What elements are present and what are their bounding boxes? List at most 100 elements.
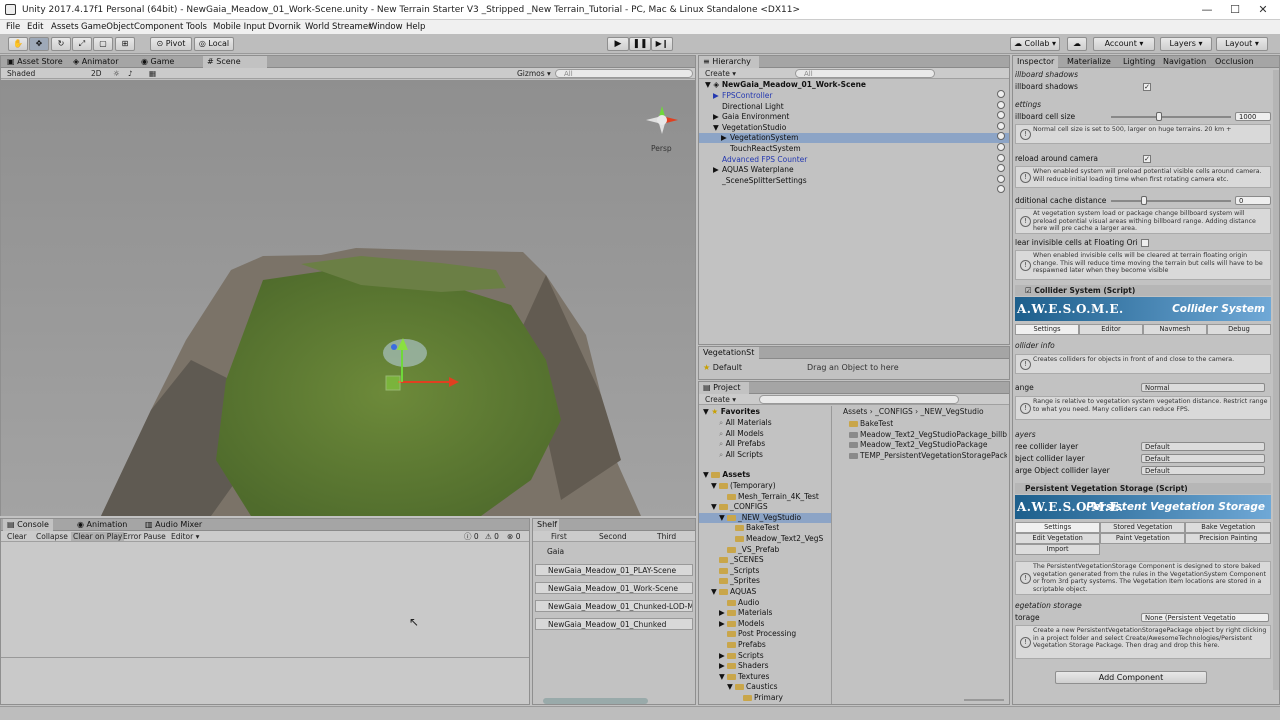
chevron-down-icon[interactable]: ▼ bbox=[711, 502, 719, 512]
tab-scene[interactable]: # Scene bbox=[203, 56, 267, 68]
layers-dropdown[interactable]: Layers ▾ bbox=[1160, 37, 1212, 51]
menu-assets[interactable]: Assets bbox=[51, 22, 79, 32]
asset-folder[interactable]: ▼ (Temporary) bbox=[699, 481, 831, 491]
asset-folder[interactable]: _Scripts bbox=[699, 566, 831, 576]
menu-file[interactable]: File bbox=[6, 22, 20, 32]
scene-visibility-icon[interactable] bbox=[997, 132, 1005, 141]
chevron-right-icon[interactable]: ▶ bbox=[719, 661, 727, 671]
lighting-toggle-icon[interactable]: ☼ bbox=[113, 69, 120, 78]
tab-asset-store[interactable]: ▣ Asset Store bbox=[3, 56, 67, 68]
tab-materialize[interactable]: Materialize bbox=[1063, 56, 1115, 68]
asset-folder[interactable]: Meadow_Text2_VegS bbox=[699, 534, 831, 544]
chevron-right-icon[interactable]: ▶ bbox=[713, 112, 722, 122]
range-dropdown[interactable]: Normal bbox=[1141, 383, 1265, 392]
menu-tools[interactable]: Tools bbox=[186, 22, 207, 32]
add-component-button[interactable]: Add Component bbox=[1055, 671, 1207, 684]
transform-tool-icon[interactable]: ⊞ bbox=[115, 37, 135, 51]
tab-inspector[interactable]: Inspector bbox=[1013, 56, 1059, 68]
scene-search-input[interactable]: All bbox=[555, 69, 693, 78]
asset-folder[interactable]: Post Processing bbox=[699, 629, 831, 639]
hierarchy-item[interactable]: ▶ Gaia Environment bbox=[699, 112, 1009, 122]
warning-count[interactable]: ⚠ 0 bbox=[485, 532, 499, 541]
console-clear-on-play-toggle[interactable]: Clear on Play bbox=[71, 532, 125, 541]
billboard-cell-slider-thumb[interactable] bbox=[1156, 112, 1162, 121]
shelf-item-work-scene[interactable]: NewGaia_Meadow_01_Work-Scene bbox=[535, 582, 693, 594]
hierarchy-item[interactable]: _SceneSplitterSettings bbox=[699, 176, 1009, 186]
preload-checkbox[interactable]: ✓ bbox=[1143, 155, 1151, 163]
asset-folder[interactable]: ▶ Models bbox=[699, 619, 831, 629]
play-button[interactable]: ▶ bbox=[607, 37, 629, 51]
scene-visibility-icon[interactable] bbox=[997, 153, 1005, 162]
asset-folder[interactable]: ▼ _CONFIGS bbox=[699, 502, 831, 512]
cache-distance-field[interactable]: 0 bbox=[1235, 196, 1271, 205]
asset-folder[interactable]: ▶ Materials bbox=[699, 608, 831, 618]
chevron-down-icon[interactable]: ▼ bbox=[719, 672, 727, 682]
asset-folder[interactable]: _VS_Prefab bbox=[699, 545, 831, 555]
collider-system-header[interactable]: ☑ Collider System (Script) bbox=[1015, 285, 1271, 296]
hierarchy-scene-root[interactable]: ▼ ◈ NewGaia_Meadow_01_Work-Scene bbox=[699, 80, 1009, 90]
services-cloud-button[interactable]: ☁ bbox=[1067, 37, 1087, 51]
tab-game[interactable]: ◉ Game bbox=[137, 56, 178, 68]
scene-visibility-icon[interactable] bbox=[997, 100, 1005, 109]
collider-tab-navmesh[interactable]: Navmesh bbox=[1143, 324, 1207, 335]
chevron-down-icon[interactable]: ▼ bbox=[727, 682, 735, 692]
billboard-shadows-checkbox[interactable]: ✓ bbox=[1143, 83, 1151, 91]
zoom-slider[interactable] bbox=[964, 699, 1004, 701]
project-breadcrumb[interactable]: Assets › _CONFIGS › _NEW_VegStudio bbox=[843, 407, 984, 416]
storage-object-field[interactable]: None (Persistent Vegetatio bbox=[1141, 613, 1269, 622]
asset-folder[interactable]: BakeTest bbox=[699, 523, 831, 533]
chevron-right-icon[interactable]: ▶ bbox=[719, 608, 727, 618]
scale-tool-icon[interactable]: ⤢ bbox=[72, 37, 92, 51]
asset-folder[interactable]: ▼ _NEW_VegStudio bbox=[699, 512, 831, 523]
pvs-tab-edit[interactable]: Edit Vegetation bbox=[1015, 533, 1101, 544]
hierarchy-item[interactable]: Directional Light bbox=[699, 102, 1009, 112]
shelf-col-third[interactable]: Third bbox=[657, 532, 676, 541]
tree-layer-dropdown[interactable]: Default bbox=[1141, 442, 1265, 451]
tab-audio-mixer[interactable]: ▥ Audio Mixer bbox=[141, 519, 206, 531]
chevron-right-icon[interactable]: ▶ bbox=[719, 651, 727, 661]
step-button[interactable]: ▶❙ bbox=[651, 37, 673, 51]
large-layer-dropdown[interactable]: Default bbox=[1141, 466, 1265, 475]
pvs-tab-paint[interactable]: Paint Vegetation bbox=[1100, 533, 1186, 544]
hierarchy-search-input[interactable]: All bbox=[795, 69, 935, 78]
maximize-button[interactable]: ☐ bbox=[1228, 3, 1242, 17]
collider-enable-checkbox[interactable]: ☑ bbox=[1025, 286, 1032, 295]
pvs-tab-precision[interactable]: Precision Painting bbox=[1185, 533, 1271, 544]
asset-folder[interactable]: ▼ Caustics bbox=[699, 682, 831, 692]
project-file[interactable]: Meadow_Text2_VegStudioPackage bbox=[849, 440, 1007, 449]
assets-header[interactable]: ▼ Assets bbox=[699, 470, 831, 480]
pvs-tab-stored[interactable]: Stored Vegetation bbox=[1100, 522, 1186, 533]
close-button[interactable]: ✕ bbox=[1256, 3, 1270, 17]
effects-toggle-icon[interactable]: ▦ bbox=[149, 69, 156, 78]
account-dropdown[interactable]: Account ▾ bbox=[1093, 37, 1155, 51]
inspector-scrollbar[interactable] bbox=[1273, 70, 1279, 690]
shelf-col-first[interactable]: First bbox=[551, 532, 567, 541]
billboard-cell-size-field[interactable]: 1000 bbox=[1235, 112, 1271, 121]
shelf-col-second[interactable]: Second bbox=[599, 532, 627, 541]
shelf-item-play-scene[interactable]: NewGaia_Meadow_01_PLAY-Scene bbox=[535, 564, 693, 576]
pause-button[interactable]: ❚❚ bbox=[629, 37, 651, 51]
shelf-item-chunked-lod[interactable]: NewGaia_Meadow_01_Chunked-LOD-M bbox=[535, 600, 693, 612]
chevron-down-icon[interactable]: ▼ bbox=[719, 513, 727, 523]
project-file[interactable]: TEMP_PersistentVegetationStoragePackage bbox=[849, 451, 1007, 460]
object-layer-dropdown[interactable]: Default bbox=[1141, 454, 1265, 463]
asset-folder[interactable]: ▶ Scripts bbox=[699, 651, 831, 661]
hierarchy-item[interactable]: ▶ AQUAS Waterplane bbox=[699, 165, 1009, 175]
error-count[interactable]: ⊗ 0 bbox=[507, 532, 520, 541]
tab-vegetation-studio[interactable]: VegetationSt bbox=[699, 347, 759, 359]
scene-viewport[interactable] bbox=[1, 80, 695, 516]
scene-visibility-icon[interactable] bbox=[997, 90, 1005, 98]
move-tool-icon[interactable]: ✥ bbox=[29, 37, 49, 51]
menu-mobile-input[interactable]: Mobile Input bbox=[213, 22, 266, 32]
minimize-button[interactable]: — bbox=[1200, 3, 1214, 17]
pvs-tab-bake[interactable]: Bake Vegetation bbox=[1185, 522, 1271, 533]
mode-2d-toggle[interactable]: 2D bbox=[91, 69, 102, 78]
layout-dropdown[interactable]: Layout ▾ bbox=[1216, 37, 1268, 51]
menu-help[interactable]: Help bbox=[406, 22, 425, 32]
shelf-item-chunked[interactable]: NewGaia_Meadow_01_Chunked bbox=[535, 618, 693, 630]
pivot-toggle[interactable]: ⊙ Pivot bbox=[150, 37, 192, 51]
scene-visibility-icon[interactable] bbox=[997, 143, 1005, 151]
chevron-down-icon[interactable]: ▼ bbox=[711, 481, 719, 491]
menu-window[interactable]: Window bbox=[369, 22, 403, 32]
scene-visibility-icon[interactable] bbox=[997, 121, 1005, 130]
